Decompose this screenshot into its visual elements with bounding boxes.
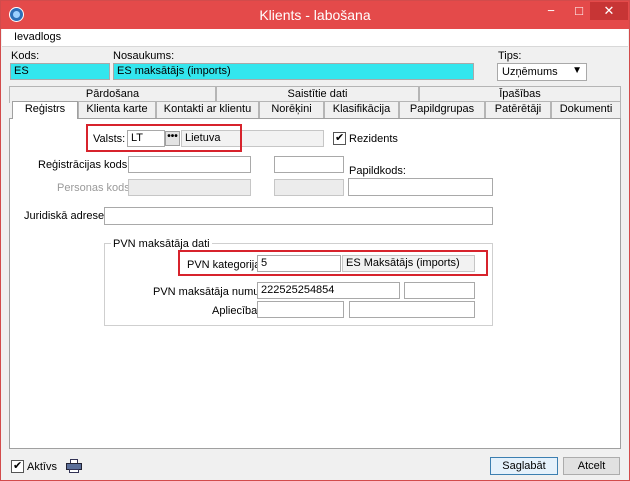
menu-bar: Ievadlogs xyxy=(2,29,628,47)
tab-norekini[interactable]: Norēķini xyxy=(259,101,324,118)
tab-registrs[interactable]: Reģistrs xyxy=(12,101,78,119)
pvn-group-title: PVN maksātāja dati xyxy=(111,238,212,250)
tab-kontakti-ar-klientu[interactable]: Kontakti ar klientu xyxy=(156,101,259,118)
reg-kods-extra-field[interactable] xyxy=(274,156,344,173)
reg-kods-field[interactable] xyxy=(128,156,251,173)
aktivs-checkbox[interactable] xyxy=(11,459,24,473)
juridiska-adrese-label: Juridiskā adrese: xyxy=(24,210,108,222)
minimize-button[interactable]: − xyxy=(538,2,564,20)
maximize-button[interactable]: □ xyxy=(566,2,592,20)
rezidents-checkbox[interactable] xyxy=(333,131,346,145)
reg-kods-label: Reģistrācijas kods: xyxy=(38,159,131,171)
tab-dokumenti[interactable]: Dokumenti xyxy=(551,101,621,118)
aktivs-label: Aktīvs xyxy=(27,461,57,473)
tab-row-bottom: Reģistrs Klienta karte Kontakti ar klien… xyxy=(9,101,621,119)
rezidents-label: Rezidents xyxy=(349,133,398,145)
dialog-window: Klients - labošana − □ ✕ Ievadlogs Kods:… xyxy=(0,0,630,481)
nosaukums-field[interactable]: ES maksātājs (imports) xyxy=(113,63,474,80)
tab-klienta-karte[interactable]: Klienta karte xyxy=(78,101,156,118)
pvn-numurs-field[interactable]: 222525254854 xyxy=(257,282,400,299)
kods-label: Kods: xyxy=(11,50,40,62)
printer-icon-tray xyxy=(69,469,79,473)
window-title: Klients - labošana xyxy=(259,7,371,23)
papildkods-field[interactable] xyxy=(348,178,493,196)
apliecibas-extra-field[interactable] xyxy=(349,301,475,318)
chevron-down-icon: ▼ xyxy=(572,65,582,76)
tips-select[interactable]: Uzņēmums ▼ xyxy=(497,63,587,81)
papildkods-label: Papildkods: xyxy=(349,165,406,177)
pvn-numurs-label: PVN maksātāja numurs: xyxy=(153,286,272,298)
tips-label: Tips: xyxy=(498,50,522,62)
menu-item-ievadlogs[interactable]: Ievadlogs xyxy=(14,31,61,43)
tab-klasifikacija[interactable]: Klasifikācija xyxy=(324,101,399,118)
save-button[interactable]: Saglabāt xyxy=(490,457,558,475)
highlight-pvn-kategorija xyxy=(178,250,488,276)
pvn-numurs-extra-field[interactable] xyxy=(404,282,475,299)
cancel-button[interactable]: Atcelt xyxy=(563,457,620,475)
title-bar[interactable]: Klients - labošana − □ ✕ xyxy=(1,1,629,29)
tab-pateretaji[interactable]: Patērētāji xyxy=(485,101,551,118)
nosaukums-label: Nosaukums: xyxy=(113,50,175,62)
tab-papildgrupas[interactable]: Papildgrupas xyxy=(399,101,485,118)
kods-field[interactable]: ES xyxy=(10,63,110,80)
juridiska-adrese-field[interactable] xyxy=(104,207,493,225)
apliecibas-label: Apliecība: xyxy=(212,305,261,317)
close-button[interactable]: ✕ xyxy=(590,2,628,20)
tips-select-value: Uzņēmums xyxy=(502,66,558,78)
personas-kods-extra-field xyxy=(274,179,344,196)
printer-icon[interactable] xyxy=(66,459,82,473)
personas-kods-field xyxy=(128,179,251,196)
apliecibas-field[interactable] xyxy=(257,301,344,318)
highlight-valsts xyxy=(86,124,242,152)
personas-kods-label: Personas kods: xyxy=(57,182,133,194)
